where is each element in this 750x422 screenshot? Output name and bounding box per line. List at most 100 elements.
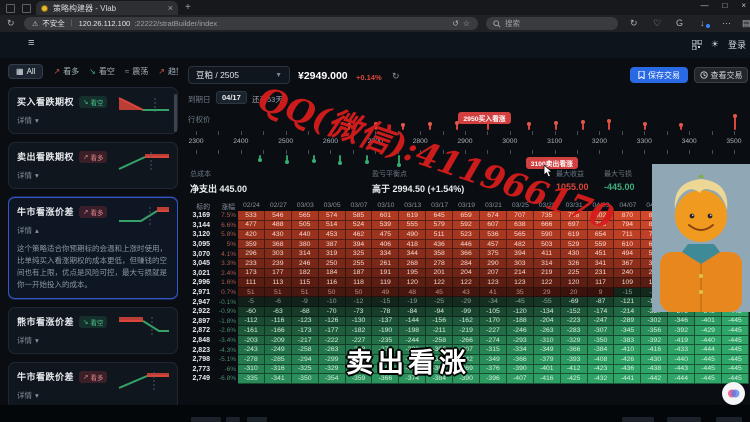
pl-cell[interactable]: -222 bbox=[319, 336, 346, 346]
pl-cell[interactable]: 239 bbox=[265, 259, 292, 269]
pl-cell[interactable]: 579 bbox=[426, 221, 453, 231]
pl-cell[interactable]: 201 bbox=[426, 269, 453, 279]
pl-cell[interactable]: 533 bbox=[238, 211, 265, 221]
pl-cell[interactable]: -341 bbox=[265, 374, 292, 384]
pl-cell[interactable]: -442 bbox=[641, 374, 668, 384]
pl-cell[interactable]: -112 bbox=[238, 317, 265, 327]
pl-cell[interactable]: -170 bbox=[480, 317, 507, 327]
pl-cell[interactable]: 122 bbox=[453, 278, 480, 288]
pl-cell[interactable]: -302 bbox=[641, 317, 668, 327]
pl-cell[interactable]: 123 bbox=[507, 278, 534, 288]
pl-cell[interactable]: -294 bbox=[292, 355, 319, 365]
pl-cell[interactable]: 565 bbox=[292, 211, 319, 221]
more-menu-icon[interactable]: ⋯ bbox=[722, 18, 731, 29]
pl-cell[interactable]: -376 bbox=[480, 365, 507, 375]
pl-cell[interactable]: -243 bbox=[238, 345, 265, 355]
pl-cell[interactable]: 368 bbox=[265, 240, 292, 250]
pl-cell[interactable]: -198 bbox=[399, 326, 426, 336]
login-button[interactable]: 登录 bbox=[728, 38, 746, 51]
pl-cell[interactable]: 559 bbox=[588, 240, 615, 250]
pl-cell[interactable]: -345 bbox=[614, 326, 641, 336]
pl-cell[interactable]: -78 bbox=[372, 307, 399, 317]
pl-cell[interactable]: -307 bbox=[588, 326, 615, 336]
pl-cell[interactable]: -99 bbox=[453, 307, 480, 317]
pl-cell[interactable]: -6 bbox=[265, 297, 292, 307]
pl-cell[interactable]: -392 bbox=[641, 336, 668, 346]
pl-cell[interactable]: 529 bbox=[561, 240, 588, 250]
pl-cell[interactable]: -349 bbox=[534, 345, 561, 355]
pl-cell[interactable]: 116 bbox=[319, 278, 346, 288]
pl-cell[interactable]: -432 bbox=[588, 374, 615, 384]
pl-cell[interactable]: 358 bbox=[426, 249, 453, 259]
pl-cell[interactable]: 187 bbox=[346, 269, 373, 279]
pl-cell[interactable]: -390 bbox=[507, 365, 534, 375]
pl-cell[interactable]: -419 bbox=[668, 336, 695, 346]
pl-cell[interactable]: 645 bbox=[426, 211, 453, 221]
pl-cell[interactable]: -209 bbox=[265, 336, 292, 346]
bottom-bar-item[interactable] bbox=[191, 417, 221, 422]
sidebar-toggle-icon[interactable]: ▤ bbox=[742, 18, 750, 29]
filter-chip-All[interactable]: ▦All bbox=[8, 64, 43, 79]
pl-cell[interactable]: 539 bbox=[372, 221, 399, 231]
pl-cell[interactable]: 453 bbox=[319, 230, 346, 240]
pl-cell[interactable]: 122 bbox=[426, 278, 453, 288]
pl-cell[interactable]: -416 bbox=[534, 374, 561, 384]
pl-cell[interactable]: 592 bbox=[453, 221, 480, 231]
pl-cell[interactable]: -177 bbox=[319, 326, 346, 336]
pl-cell[interactable]: 607 bbox=[480, 221, 507, 231]
pl-cell[interactable]: -121 bbox=[614, 297, 641, 307]
pl-cell[interactable]: 440 bbox=[292, 230, 319, 240]
pl-cell[interactable]: 574 bbox=[319, 211, 346, 221]
pl-cell[interactable]: 590 bbox=[534, 230, 561, 240]
view-trades-button[interactable]: 查看交易 bbox=[694, 67, 748, 83]
pl-cell[interactable]: -384 bbox=[588, 345, 615, 355]
pl-cell[interactable]: 457 bbox=[480, 240, 507, 250]
pl-cell[interactable]: -334 bbox=[507, 345, 534, 355]
pl-cell[interactable]: -263 bbox=[319, 345, 346, 355]
ai-assistant-button[interactable] bbox=[722, 382, 745, 405]
pl-cell[interactable]: 430 bbox=[561, 249, 588, 259]
pl-cell[interactable]: -356 bbox=[641, 326, 668, 336]
pl-cell[interactable]: -84 bbox=[399, 307, 426, 317]
pl-cell[interactable]: -156 bbox=[426, 317, 453, 327]
bottom-bar-item[interactable] bbox=[247, 417, 267, 422]
pl-cell[interactable]: -438 bbox=[641, 365, 668, 375]
pl-cell[interactable]: -69 bbox=[561, 297, 588, 307]
pl-cell[interactable]: -445 bbox=[722, 355, 749, 365]
pl-cell[interactable]: 406 bbox=[372, 240, 399, 250]
pl-cell[interactable]: -423 bbox=[588, 365, 615, 375]
pl-cell[interactable]: 118 bbox=[346, 278, 373, 288]
pl-cell[interactable]: 514 bbox=[319, 221, 346, 231]
pl-cell[interactable]: 9 bbox=[588, 288, 615, 298]
pl-cell[interactable]: -310 bbox=[534, 336, 561, 346]
pl-cell[interactable]: -211 bbox=[426, 326, 453, 336]
favorites-heart-icon[interactable]: ♡ bbox=[653, 18, 661, 29]
pl-cell[interactable]: -15 bbox=[372, 297, 399, 307]
pl-cell[interactable]: 314 bbox=[534, 259, 561, 269]
pl-cell[interactable]: 255 bbox=[346, 259, 373, 269]
pl-cell[interactable]: 51 bbox=[292, 288, 319, 298]
pl-cell[interactable]: 45 bbox=[426, 288, 453, 298]
strategy-card[interactable]: 牛市看涨价差↗看多.lr{stroke:#d8453a;stroke-width… bbox=[8, 197, 178, 299]
pl-cell[interactable]: -55 bbox=[534, 297, 561, 307]
pl-cell[interactable]: -379 bbox=[534, 355, 561, 365]
pl-cell[interactable]: -126 bbox=[319, 317, 346, 327]
pl-cell[interactable]: 207 bbox=[480, 269, 507, 279]
pl-cell[interactable]: 182 bbox=[292, 269, 319, 279]
collections-icon[interactable]: ↻ bbox=[630, 18, 638, 29]
strategy-card[interactable]: 卖出看跌期权↗看多.lr{stroke:#d8453a;stroke-width… bbox=[8, 142, 178, 189]
pl-cell[interactable]: 359 bbox=[238, 240, 265, 250]
pl-cell[interactable]: 284 bbox=[453, 259, 480, 269]
pl-cell[interactable]: 120 bbox=[561, 278, 588, 288]
pl-cell[interactable]: -94 bbox=[426, 307, 453, 317]
pl-cell[interactable]: -60 bbox=[238, 307, 265, 317]
pl-cell[interactable]: -203 bbox=[238, 336, 265, 346]
pl-cell[interactable]: -445 bbox=[722, 317, 749, 327]
pl-cell[interactable]: -436 bbox=[614, 365, 641, 375]
pl-cell[interactable]: 50 bbox=[319, 288, 346, 298]
strategy-card[interactable]: 牛市看跌价差↗看多.lr{stroke:#d8453a;stroke-width… bbox=[8, 362, 178, 405]
pl-cell[interactable]: 111 bbox=[238, 278, 265, 288]
pl-cell[interactable]: -247 bbox=[588, 317, 615, 327]
pl-cell[interactable]: 619 bbox=[399, 211, 426, 221]
pl-cell[interactable]: -161 bbox=[238, 326, 265, 336]
